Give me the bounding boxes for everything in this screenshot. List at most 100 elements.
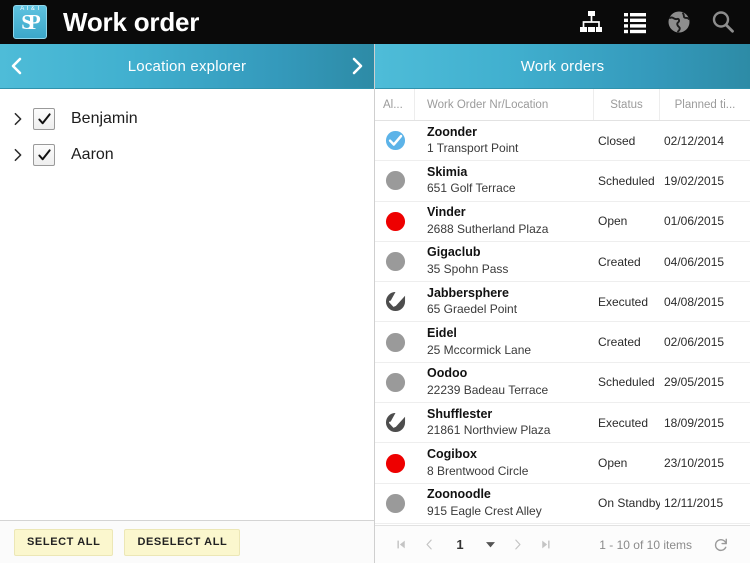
status-indicator-icon <box>375 443 415 482</box>
pagination-info: 1 - 10 of 10 items <box>599 537 692 552</box>
work-order-location: 22239 Badeau Terrace <box>427 382 549 397</box>
column-header-name[interactable]: Work Order Nr/Location <box>415 89 594 120</box>
location-explorer-panel: Location explorer Benjamin Aaron SELECT … <box>0 44 375 563</box>
globe-icon[interactable] <box>666 9 692 35</box>
column-header-date[interactable]: Planned ti... <box>660 89 750 120</box>
work-order-status: Executed <box>598 415 649 430</box>
work-order-location: 25 Mccormick Lane <box>427 342 532 357</box>
work-order-status: Open <box>598 214 628 229</box>
page-title: Work order <box>63 6 200 37</box>
table-row[interactable]: Shufflester 21861 Northview Plaza Executed… <box>375 403 750 444</box>
work-order-name: Gigaclub <box>427 245 481 260</box>
top-app-bar: A I & I SP Work order <box>0 0 750 44</box>
table-row[interactable]: Oodoo 22239 Badeau Terrace Scheduled 29/05/… <box>375 363 750 404</box>
table-row[interactable]: Skimia 651 Golf Terrace Scheduled 19/02/201… <box>375 161 750 202</box>
work-order-location: 65 Graedel Point <box>427 302 518 317</box>
work-order-date: 18/09/2015 <box>664 415 725 430</box>
status-indicator-icon <box>375 484 415 523</box>
work-order-date: 02/12/2014 <box>664 133 725 148</box>
table-row[interactable]: Zoonder 1 Transport Point Closed 02/12/2014 <box>375 121 750 162</box>
chevron-right-icon[interactable] <box>7 108 29 130</box>
tree-node-label: Benjamin <box>71 110 138 127</box>
work-order-name: Eidel <box>427 326 457 341</box>
list-icon[interactable] <box>622 9 648 35</box>
work-order-status: Created <box>598 254 641 269</box>
tree-node-aaron[interactable]: Aaron <box>0 137 374 173</box>
table-row[interactable]: Cogibox 8 Brentwood Circle Open 23/10/2015 <box>375 443 750 484</box>
table-row[interactable]: Vinder 2688 Sutherland Plaza Open 01/06/201… <box>375 202 750 242</box>
refresh-icon[interactable] <box>706 532 736 558</box>
table-row[interactable]: Jabbersphere 65 Graedel Point Executed 04/0… <box>375 282 750 323</box>
status-indicator-icon <box>375 202 415 241</box>
work-orders-header: Work orders <box>375 44 750 89</box>
pager-first-button[interactable] <box>387 532 415 558</box>
status-indicator-icon <box>375 282 415 321</box>
work-orders-table-body: Zoonder 1 Transport Point Closed 02/12/2014… <box>375 121 750 525</box>
work-order-name: Jabbersphere <box>427 285 509 300</box>
table-row[interactable]: Zoonoodle 915 Eagle Crest Alley On Standby… <box>375 484 750 524</box>
work-order-status: Scheduled <box>598 173 655 188</box>
work-order-location: 651 Golf Terrace <box>427 181 516 196</box>
column-header-alert[interactable]: Al... <box>375 89 415 120</box>
pager-next-button[interactable] <box>503 532 531 558</box>
pager-last-button[interactable] <box>531 532 559 558</box>
tree-node-benjamin[interactable]: Benjamin <box>0 101 374 137</box>
work-orders-title: Work orders <box>520 57 605 75</box>
table-row[interactable]: Eidel 25 Mccormick Lane Created 02/06/2015 <box>375 322 750 363</box>
work-order-date: 01/06/2015 <box>664 214 725 229</box>
work-order-status: Scheduled <box>598 375 655 390</box>
work-order-status: Executed <box>598 294 649 309</box>
hierarchy-icon[interactable] <box>578 9 604 35</box>
app-logo[interactable]: A I & I SP <box>13 5 47 39</box>
work-order-date: 29/05/2015 <box>664 375 725 390</box>
chevron-down-icon[interactable] <box>477 532 503 558</box>
deselect-all-button[interactable]: DESELECT ALL <box>124 528 241 556</box>
work-order-date: 04/06/2015 <box>664 254 725 269</box>
tree-checkbox[interactable] <box>33 144 55 166</box>
work-order-location: 35 Spohn Pass <box>427 262 509 277</box>
location-explorer-title: Location explorer <box>127 57 247 75</box>
work-order-date: 04/08/2015 <box>664 294 725 309</box>
explorer-prev-button[interactable] <box>0 44 34 89</box>
topbar-icon-group <box>578 9 736 35</box>
work-order-status: Open <box>598 456 628 471</box>
chevron-right-icon[interactable] <box>7 144 29 166</box>
logo-monogram: SP <box>21 9 41 34</box>
work-order-name: Oodoo <box>427 366 468 381</box>
work-order-date: 19/02/2015 <box>664 173 725 188</box>
work-order-date: 02/06/2015 <box>664 335 725 350</box>
work-order-location: 915 Eagle Crest Alley <box>427 503 542 518</box>
explorer-footer: SELECT ALL DESELECT ALL <box>0 520 374 563</box>
location-explorer-header: Location explorer <box>0 44 374 89</box>
work-order-app: A I & I SP Work order Location explorer … <box>0 0 750 563</box>
work-order-name: Shufflester <box>427 406 493 421</box>
pager-prev-button[interactable] <box>415 532 443 558</box>
tree-checkbox[interactable] <box>33 108 55 130</box>
work-order-status: Created <box>598 335 641 350</box>
explorer-next-button[interactable] <box>340 44 374 89</box>
work-orders-table-header: Al... Work Order Nr/Location Status Plan… <box>375 89 750 121</box>
work-order-name: Cogibox <box>427 446 477 461</box>
column-header-status[interactable]: Status <box>594 89 660 120</box>
work-order-name: Zoonder <box>427 124 477 139</box>
work-order-status: Closed <box>598 133 636 148</box>
select-all-button[interactable]: SELECT ALL <box>14 528 114 556</box>
status-indicator-icon <box>375 322 415 361</box>
tree-node-label: Aaron <box>71 146 114 163</box>
work-order-location: 21861 Northview Plaza <box>427 423 551 438</box>
work-orders-panel: Work orders Al... Work Order Nr/Location… <box>375 44 750 563</box>
status-indicator-icon <box>375 403 415 442</box>
work-order-name: Vinder <box>427 205 466 220</box>
work-order-location: 8 Brentwood Circle <box>427 463 529 478</box>
work-order-date: 12/11/2015 <box>664 496 724 511</box>
pager-current-page[interactable]: 1 <box>443 537 477 552</box>
work-order-name: Zoonoodle <box>427 487 491 502</box>
status-indicator-icon <box>375 161 415 200</box>
location-tree: Benjamin Aaron <box>0 89 374 520</box>
pagination-bar: 1 1 - 10 of 10 items <box>375 525 750 563</box>
table-row[interactable]: Gigaclub 35 Spohn Pass Created 04/06/2015 <box>375 242 750 283</box>
main-body: Location explorer Benjamin Aaron SELECT … <box>0 44 750 563</box>
status-indicator-icon <box>375 363 415 402</box>
search-icon[interactable] <box>710 9 736 35</box>
status-indicator-icon <box>375 121 415 160</box>
